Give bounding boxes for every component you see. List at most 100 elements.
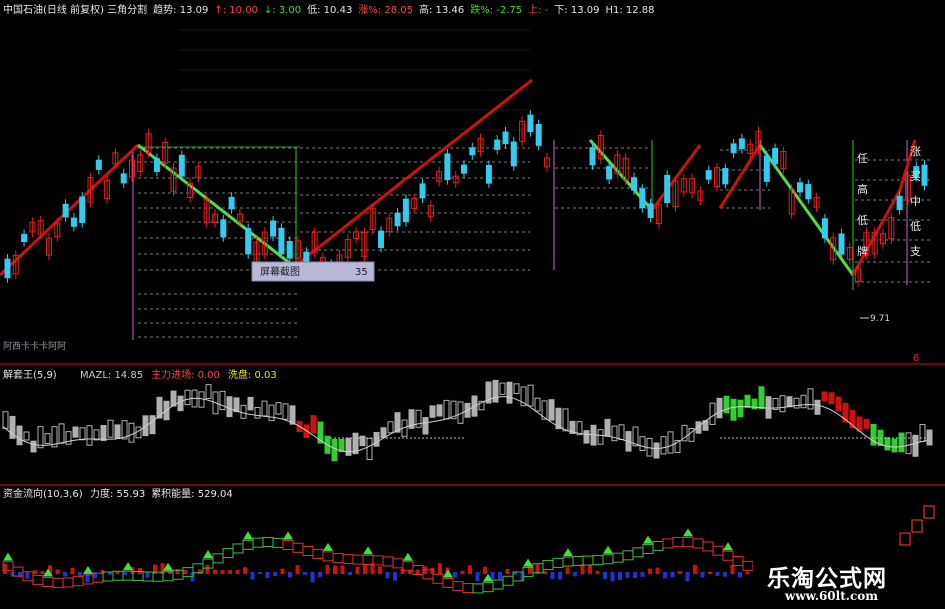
candle-body bbox=[278, 227, 285, 255]
flow-step bbox=[442, 577, 454, 588]
header-field: ↓: 3.00 bbox=[264, 5, 301, 16]
indicator-bar bbox=[226, 396, 233, 418]
indicator-bar bbox=[233, 397, 240, 413]
indicator-bar bbox=[597, 429, 604, 445]
flow-step bbox=[652, 540, 664, 551]
flow-step bbox=[682, 536, 694, 547]
flow-bar bbox=[595, 570, 600, 574]
right-badge: 6 bbox=[913, 353, 919, 364]
candle-body bbox=[705, 170, 712, 180]
flow-step bbox=[742, 560, 754, 571]
flow-step bbox=[222, 548, 234, 559]
flow-step bbox=[632, 547, 644, 558]
screenshot-tooltip: 屏幕截图 35 bbox=[251, 261, 375, 282]
flow-arrow bbox=[83, 565, 93, 574]
candle-body bbox=[461, 164, 467, 174]
indicator-bar bbox=[268, 404, 275, 422]
candle-body bbox=[178, 154, 185, 177]
flow-step bbox=[582, 555, 594, 566]
flow-step bbox=[352, 554, 364, 565]
flow-arrow bbox=[443, 569, 453, 578]
flow-bar bbox=[385, 572, 390, 579]
flow-bar bbox=[243, 567, 247, 574]
flow-arrow bbox=[723, 542, 733, 551]
indicator-bar bbox=[786, 396, 793, 408]
indicator-bar bbox=[443, 399, 450, 420]
flow-bar bbox=[303, 572, 307, 575]
flow-bar bbox=[550, 572, 555, 580]
candle-body bbox=[79, 196, 86, 223]
candle-body bbox=[394, 212, 401, 227]
flow-bar bbox=[213, 569, 217, 574]
flow-bar bbox=[295, 565, 300, 574]
flow-step bbox=[542, 560, 554, 571]
flow-bar bbox=[618, 572, 622, 580]
flow-step bbox=[242, 539, 254, 550]
indicator-bar bbox=[79, 427, 86, 441]
indicator-bar bbox=[86, 425, 93, 446]
flow-bar bbox=[475, 572, 480, 582]
candle-body bbox=[502, 131, 509, 145]
main-header: 中国石油(日线 前复权) 三角分割 趋势: 13.09 ↑: 10.00 ↓: 3.0… bbox=[3, 3, 655, 16]
flow-bar bbox=[558, 572, 562, 580]
candle-body bbox=[4, 258, 11, 279]
flow-bar bbox=[183, 570, 187, 574]
flow-step bbox=[692, 538, 704, 549]
flow-bar bbox=[453, 572, 457, 578]
flow-bar bbox=[543, 571, 547, 574]
flow-step bbox=[392, 558, 404, 569]
indicator-bar bbox=[30, 440, 37, 453]
indicator-bar bbox=[905, 432, 912, 455]
flow-arrow bbox=[123, 562, 133, 571]
trend-segment bbox=[758, 144, 855, 276]
flow-bar bbox=[235, 569, 240, 574]
indicator-bar bbox=[93, 429, 100, 441]
flow-arrow bbox=[683, 528, 693, 537]
flow-step bbox=[302, 545, 314, 556]
panel2-values: MAZL: 14.85 主力进场: 0.00 洗盘: 0.03 bbox=[80, 368, 277, 381]
flow-step bbox=[42, 577, 54, 588]
flow-bar bbox=[678, 571, 682, 574]
watermark-url: www.60lt.com bbox=[785, 589, 878, 603]
flow-bar bbox=[408, 569, 412, 574]
indicator-bar bbox=[338, 438, 345, 453]
candle-body bbox=[153, 158, 160, 172]
indicator-bar bbox=[835, 396, 842, 412]
flow-arrow bbox=[3, 552, 13, 561]
trend-segment bbox=[299, 78, 533, 264]
flow-bar bbox=[730, 564, 735, 574]
indicator-bar bbox=[345, 437, 352, 456]
flow-step bbox=[899, 532, 911, 546]
candle-body bbox=[763, 155, 770, 182]
flow-bar bbox=[3, 563, 7, 574]
indicator-bar bbox=[37, 426, 44, 449]
flow-step bbox=[702, 541, 714, 552]
header-field: 涨%: 28.05 bbox=[358, 4, 413, 16]
flow-step bbox=[562, 556, 574, 567]
trend-lines bbox=[0, 78, 917, 277]
stock-chart[interactable]: 中国石油(日线 前复权) 三角分割 趋势: 13.09 ↑: 10.00 ↓: 3.0… bbox=[0, 0, 945, 609]
indicator-bar bbox=[23, 431, 30, 441]
flow-step bbox=[432, 573, 444, 584]
flow-step bbox=[342, 554, 354, 565]
flow-bar bbox=[318, 572, 322, 578]
candle-body bbox=[95, 159, 102, 170]
candle-body bbox=[510, 141, 517, 167]
indicator-bar bbox=[422, 417, 429, 435]
indicator-bar bbox=[744, 394, 751, 408]
side-label: 高 bbox=[857, 182, 868, 196]
flow-bar bbox=[310, 572, 315, 583]
indicator-bar bbox=[16, 425, 23, 446]
candle-body bbox=[722, 168, 729, 185]
flow-step bbox=[472, 583, 484, 594]
candle-body bbox=[286, 240, 293, 259]
indicator-bar bbox=[765, 396, 772, 419]
watermark: 乐淘公式网 www.60lt.com bbox=[753, 553, 945, 609]
indicator-bar bbox=[240, 404, 247, 419]
flow-arrow bbox=[323, 542, 333, 551]
candle-body bbox=[444, 153, 451, 181]
candle-body bbox=[419, 183, 426, 199]
side-label: 任 bbox=[857, 152, 868, 165]
flow-step bbox=[362, 554, 374, 565]
candle-body bbox=[797, 182, 803, 193]
